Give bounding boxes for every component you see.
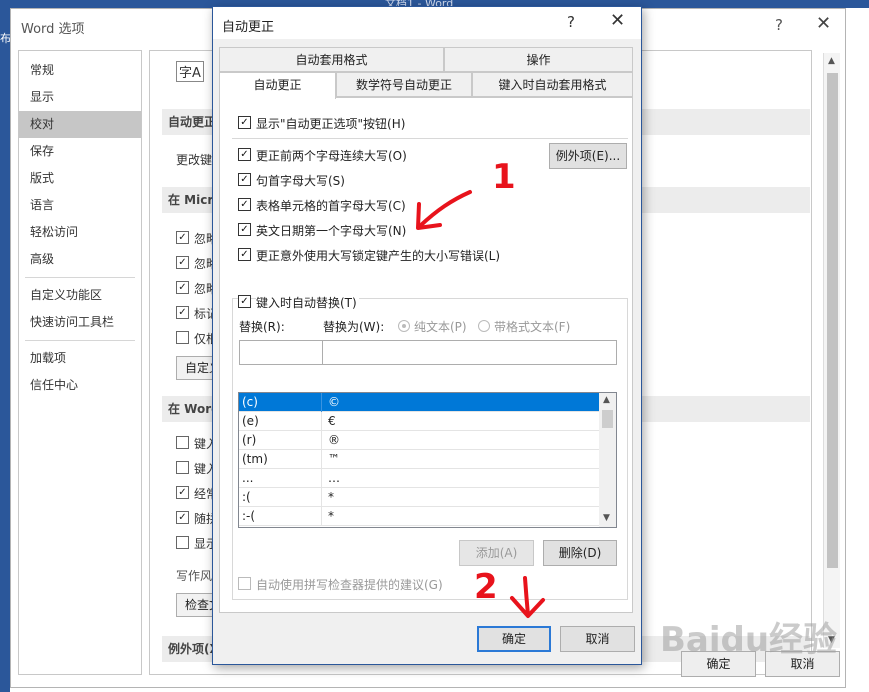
red-annotations: 12: [416, 157, 545, 618]
annotation-number-1: 1: [492, 157, 516, 197]
baidu-watermark: Baidu经验: [660, 620, 838, 660]
annotation-number-2: 2: [474, 567, 498, 607]
red-arrow-shaft: [418, 190, 472, 228]
red-arrow-down-shaft: [523, 576, 530, 617]
annotation-overlay: 12: [416, 157, 545, 618]
